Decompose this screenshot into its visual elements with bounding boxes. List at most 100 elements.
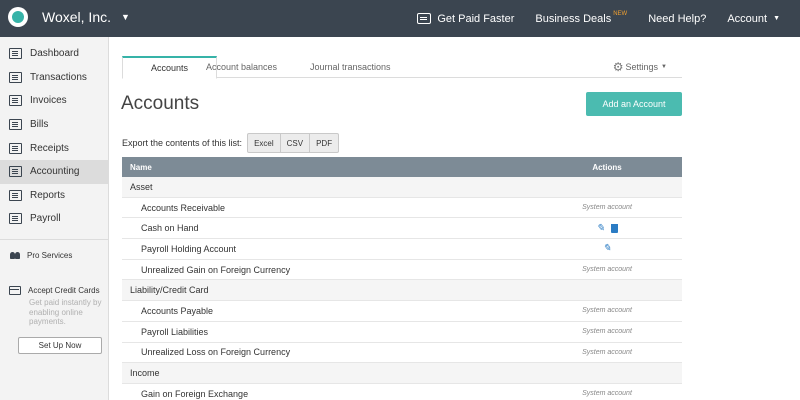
export-excel-button[interactable]: Excel: [248, 134, 281, 152]
transactions-icon: [9, 71, 22, 83]
account-name: Unrealized Gain on Foreign Currency: [141, 264, 291, 275]
reports-icon: [9, 189, 22, 201]
company-switcher[interactable]: Woxel, Inc. ▼: [8, 7, 130, 27]
table-row[interactable]: Cash on Hand ✎: [122, 218, 682, 240]
sidebar-item-transactions[interactable]: Transactions: [0, 66, 108, 90]
column-header-actions: Actions: [592, 162, 622, 172]
row-actions: ✎: [532, 223, 682, 234]
payroll-icon: [9, 213, 22, 225]
account-type: Liability/Credit Card: [130, 285, 209, 296]
sidebar-item-label: Payroll: [30, 213, 61, 225]
accounts-table: Name Actions Asset Accounts Receivable S…: [122, 157, 682, 400]
sidebar-item-label: Dashboard: [30, 48, 79, 60]
export-bar: Export the contents of this list: Excel …: [122, 133, 340, 153]
set-up-now-button[interactable]: Set Up Now: [18, 337, 102, 354]
chevron-down-icon: ▼: [773, 15, 780, 22]
help-label: Need Help?: [648, 12, 707, 25]
tab-bar: Accounts Account balances Journal transa…: [122, 56, 682, 79]
people-icon: [10, 252, 20, 260]
tab-account-balances[interactable]: Account balances: [206, 56, 277, 78]
top-nav: Get Paid Faster Business Deals NEW Need …: [417, 0, 800, 37]
pro-services-label: Pro Services: [27, 251, 73, 261]
sidebar-item-bills[interactable]: Bills: [0, 113, 108, 137]
logo-icon: [8, 7, 28, 27]
table-row[interactable]: Unrealized Loss on Foreign Currency Syst…: [122, 343, 682, 364]
table-row[interactable]: Accounts Receivable System account: [122, 198, 682, 219]
accept-cards-title: Accept Credit Cards: [28, 286, 100, 295]
credit-card-icon: [9, 286, 21, 295]
invoices-icon: [9, 95, 22, 107]
bills-icon: [9, 119, 22, 131]
pencil-icon[interactable]: ✎: [596, 223, 604, 234]
get-paid-faster-link[interactable]: Get Paid Faster: [417, 13, 514, 25]
sidebar-divider: [0, 238, 108, 240]
system-account-label: System account: [582, 307, 632, 315]
account-name: Unrealized Loss on Foreign Currency: [141, 347, 291, 358]
gear-icon: ⚙: [612, 60, 624, 74]
account-label: Account: [727, 12, 768, 25]
accept-cards-link[interactable]: Accept Credit Cards: [9, 286, 103, 295]
row-actions: ✎: [532, 243, 682, 254]
sidebar-item-label: Accounting: [30, 166, 80, 178]
account-name: Accounts Payable: [141, 305, 214, 316]
tab-accounts[interactable]: Accounts: [122, 56, 217, 79]
table-row[interactable]: Gain on Foreign Exchange System account: [122, 384, 682, 400]
account-type: Asset: [130, 181, 153, 192]
help-link[interactable]: Need Help?: [648, 13, 706, 25]
top-bar: Woxel, Inc. ▼ Get Paid Faster Business D…: [0, 0, 800, 37]
account-name: Gain on Foreign Exchange: [141, 388, 249, 399]
get-paid-faster-label: Get Paid Faster: [437, 12, 515, 25]
accounting-icon: [9, 166, 22, 178]
table-row[interactable]: Payroll Holding Account ✎: [122, 239, 682, 260]
add-account-button[interactable]: Add an Account: [586, 92, 682, 116]
settings-label: Settings: [625, 62, 659, 72]
sidebar-item-dashboard[interactable]: Dashboard: [0, 42, 108, 66]
account-type: Income: [130, 368, 160, 379]
table-group-row: Liability/Credit Card: [122, 280, 682, 302]
dashboard-icon: [9, 48, 22, 60]
sidebar-item-accounting[interactable]: Accounting: [0, 159, 108, 184]
sidebar-item-label: Reports: [30, 189, 66, 201]
invoice-icon: [417, 13, 432, 24]
export-csv-button[interactable]: CSV: [281, 134, 311, 152]
accept-cards-promo: Accept Credit Cards Get paid instantly b…: [9, 286, 103, 327]
company-name: Woxel, Inc.: [42, 9, 111, 25]
system-account-label: System account: [582, 204, 632, 212]
account-name: Cash on Hand: [141, 223, 199, 234]
tab-journal-transactions[interactable]: Journal transactions: [310, 56, 391, 78]
pencil-icon[interactable]: ✎: [603, 243, 611, 254]
export-label: Export the contents of this list:: [122, 138, 243, 148]
table-row[interactable]: Accounts Payable System account: [122, 301, 682, 322]
system-account-label: System account: [582, 328, 632, 336]
sidebar-item-reports[interactable]: Reports: [0, 184, 108, 208]
settings-menu[interactable]: ⚙ Settings ▼: [613, 56, 667, 78]
sidebar-item-label: Receipts: [30, 142, 69, 154]
table-row[interactable]: Unrealized Gain on Foreign Currency Syst…: [122, 260, 682, 281]
sidebar-item-label: Transactions: [30, 71, 87, 83]
sidebar-item-label: Bills: [30, 119, 49, 131]
business-deals-link[interactable]: Business Deals NEW: [535, 10, 628, 25]
account-name: Payroll Holding Account: [141, 243, 237, 254]
account-name: Accounts Receivable: [141, 202, 226, 213]
trash-icon[interactable]: [610, 223, 618, 233]
sidebar-item-label: Invoices: [30, 95, 67, 107]
system-account-label: System account: [582, 390, 632, 398]
chevron-down-icon: ▼: [661, 64, 667, 70]
sidebar-item-payroll[interactable]: Payroll: [0, 207, 108, 231]
sidebar-item-invoices[interactable]: Invoices: [0, 89, 108, 113]
table-header: Name Actions: [122, 157, 682, 177]
chevron-down-icon: ▼: [121, 12, 130, 22]
account-menu[interactable]: Account ▼: [727, 13, 780, 25]
column-header-name: Name: [130, 162, 152, 172]
system-account-label: System account: [582, 266, 632, 274]
sidebar-item-receipts[interactable]: Receipts: [0, 136, 108, 160]
table-row[interactable]: Payroll Liabilities System account: [122, 322, 682, 343]
sidebar-item-pro-services[interactable]: Pro Services: [0, 248, 108, 264]
table-group-row: Income: [122, 363, 682, 384]
page-title: Accounts: [121, 93, 200, 114]
table-group-row: Asset: [122, 177, 682, 198]
export-pdf-button[interactable]: PDF: [310, 134, 338, 152]
accept-cards-description: Get paid instantly by enabling online pa…: [29, 298, 102, 326]
receipts-icon: [9, 142, 22, 154]
new-badge: NEW: [613, 10, 628, 17]
